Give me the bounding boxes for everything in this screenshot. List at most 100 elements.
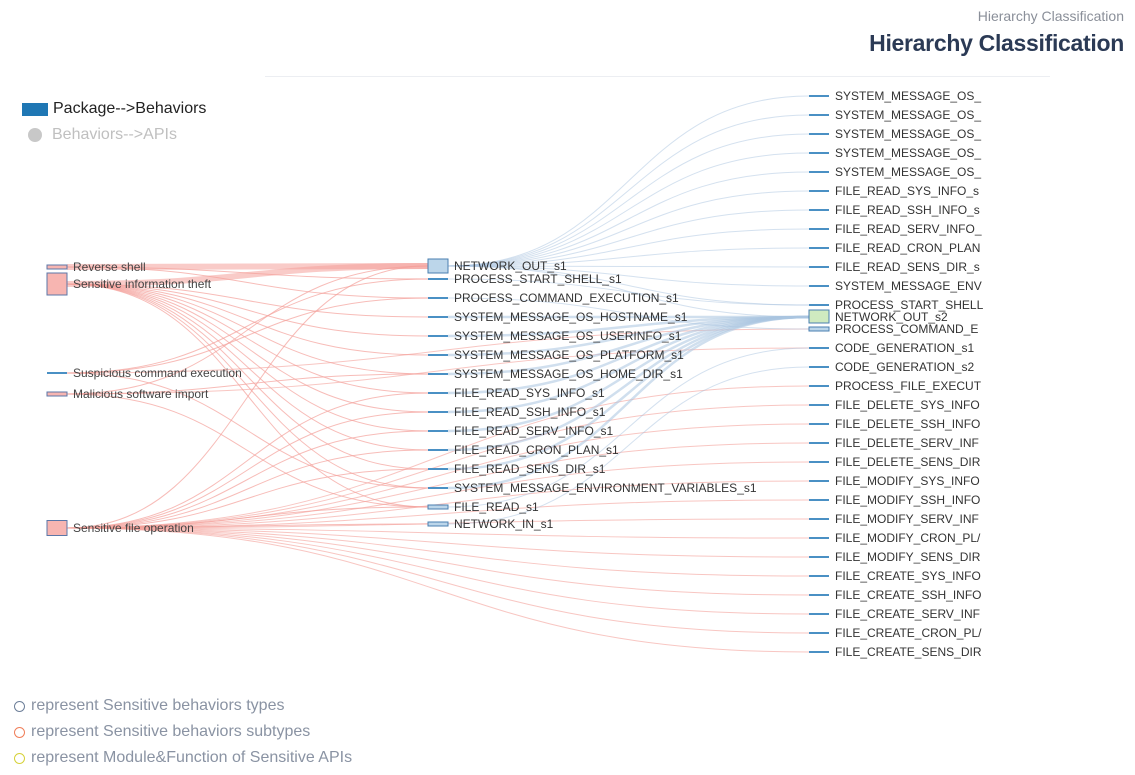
function-node[interactable]: SYSTEM_MESSAGE_OS_ xyxy=(809,146,981,160)
function-node[interactable]: FILE_CREATE_SYS_INFO xyxy=(809,569,981,583)
function-node-label: FILE_MODIFY_SYS_INFO xyxy=(835,474,980,488)
function-node-bar xyxy=(809,499,829,501)
function-node[interactable]: CODE_GENERATION_s1 xyxy=(809,341,974,355)
function-node[interactable]: PROCESS_FILE_EXECUT xyxy=(809,379,982,393)
function-node-bar xyxy=(809,594,829,596)
api-node[interactable]: PROCESS_COMMAND_EXECUTION_s1 xyxy=(428,291,679,305)
function-node[interactable]: FILE_MODIFY_CRON_PL/ xyxy=(809,531,981,545)
link-type-function xyxy=(66,404,810,529)
ring-icon xyxy=(14,700,25,712)
function-node[interactable]: SYSTEM_MESSAGE_OS_ xyxy=(809,89,981,103)
function-node[interactable]: FILE_READ_SENS_DIR_s xyxy=(809,260,980,274)
api-node-label: FILE_READ_SYS_INFO_s1 xyxy=(454,386,605,400)
function-node-bar xyxy=(809,385,829,387)
function-node-bar xyxy=(809,461,829,463)
function-node-bar xyxy=(809,556,829,558)
function-node[interactable]: FILE_READ_SERV_INFO_ xyxy=(809,222,982,236)
type-node[interactable]: Suspicious command execution xyxy=(47,366,242,380)
note-behavior-subtypes: represent Sensitive behaviors subtypes xyxy=(14,722,310,742)
function-node[interactable]: FILE_CREATE_CRON_PL/ xyxy=(809,626,982,640)
api-node-bar xyxy=(428,411,448,413)
api-node[interactable]: SYSTEM_MESSAGE_OS_HOSTNAME_s1 xyxy=(428,310,688,324)
function-node-bar xyxy=(809,575,829,577)
function-node-label: FILE_MODIFY_CRON_PL/ xyxy=(835,531,981,545)
link-type-api xyxy=(66,283,429,432)
function-node-bar xyxy=(808,326,830,332)
function-node-bar xyxy=(809,442,829,444)
api-node-bar xyxy=(428,373,448,375)
function-node[interactable]: FILE_CREATE_SSH_INFO xyxy=(809,588,981,602)
function-node-bar xyxy=(809,632,829,634)
function-node-bar xyxy=(809,209,829,211)
function-node[interactable]: PROCESS_COMMAND_E xyxy=(808,322,978,336)
function-node[interactable]: FILE_CREATE_SENS_DIR xyxy=(809,645,982,659)
function-node-label: FILE_DELETE_SENS_DIR xyxy=(835,455,981,469)
api-node-bar xyxy=(428,449,448,451)
api-node[interactable]: PROCESS_START_SHELL_s1 xyxy=(428,272,622,286)
function-node[interactable]: FILE_DELETE_SENS_DIR xyxy=(809,455,981,469)
api-node[interactable]: FILE_READ_SYS_INFO_s1 xyxy=(428,386,605,400)
api-node[interactable]: FILE_READ_SSH_INFO_s1 xyxy=(428,405,606,419)
note-text: represent Sensitive behaviors subtypes xyxy=(31,723,311,740)
api-node-label: SYSTEM_MESSAGE_ENVIRONMENT_VARIABLES_s1 xyxy=(454,481,757,495)
api-node[interactable]: FILE_READ_SERV_INFO_s1 xyxy=(428,424,614,438)
api-node-label: FILE_READ_SERV_INFO_s1 xyxy=(454,424,614,438)
api-node-bar xyxy=(428,316,448,318)
function-node-bar xyxy=(808,309,830,324)
function-node[interactable]: SYSTEM_MESSAGE_OS_ xyxy=(809,108,981,122)
function-node[interactable]: FILE_READ_CRON_PLAN xyxy=(809,241,980,255)
function-node[interactable]: CODE_GENERATION_s2 xyxy=(809,360,974,374)
function-node-label: FILE_CREATE_SYS_INFO xyxy=(835,569,981,583)
type-node-label: Malicious software import xyxy=(73,387,209,401)
api-node[interactable]: FILE_READ_s1 xyxy=(427,500,539,514)
note-behavior-types: represent Sensitive behaviors types xyxy=(14,696,284,716)
api-node-label: NETWORK_OUT_s1 xyxy=(454,259,567,273)
function-node-label: SYSTEM_MESSAGE_OS_ xyxy=(835,89,981,103)
api-node-label: SYSTEM_MESSAGE_OS_PLATFORM_s1 xyxy=(454,348,684,362)
function-node[interactable]: FILE_DELETE_SERV_INF xyxy=(809,436,979,450)
function-node[interactable]: FILE_CREATE_SERV_INF xyxy=(809,607,980,621)
function-node-label: FILE_MODIFY_SENS_DIR xyxy=(835,550,981,564)
function-node[interactable]: SYSTEM_MESSAGE_OS_ xyxy=(809,127,981,141)
api-node[interactable]: FILE_READ_SENS_DIR_s1 xyxy=(428,462,606,476)
api-node[interactable]: SYSTEM_MESSAGE_OS_HOME_DIR_s1 xyxy=(428,367,683,381)
function-node[interactable]: FILE_READ_SYS_INFO_s xyxy=(809,184,979,198)
api-node-label: SYSTEM_MESSAGE_OS_USERINFO_s1 xyxy=(454,329,682,343)
function-node-label: SYSTEM_MESSAGE_OS_ xyxy=(835,146,981,160)
type-node-bar xyxy=(47,372,67,374)
api-node[interactable]: SYSTEM_MESSAGE_OS_USERINFO_s1 xyxy=(428,329,682,343)
function-node[interactable]: FILE_MODIFY_SERV_INF xyxy=(809,512,979,526)
function-node-bar xyxy=(809,613,829,615)
link-type-function xyxy=(66,527,810,634)
function-node-label: FILE_DELETE_SYS_INFO xyxy=(835,398,980,412)
function-node[interactable]: SYSTEM_MESSAGE_OS_ xyxy=(809,165,981,179)
function-node-label: PROCESS_FILE_EXECUT xyxy=(835,379,982,393)
api-node-bar xyxy=(428,487,448,489)
function-node-bar xyxy=(809,95,829,97)
api-node-label: NETWORK_IN_s1 xyxy=(454,517,554,531)
type-node[interactable]: Reverse shell xyxy=(46,260,146,274)
api-node-label: SYSTEM_MESSAGE_OS_HOME_DIR_s1 xyxy=(454,367,683,381)
api-node[interactable]: SYSTEM_MESSAGE_OS_PLATFORM_s1 xyxy=(428,348,684,362)
function-node[interactable]: FILE_DELETE_SSH_INFO xyxy=(809,417,980,431)
function-node[interactable]: FILE_MODIFY_SSH_INFO xyxy=(809,493,980,507)
function-node[interactable]: SYSTEM_MESSAGE_ENV xyxy=(809,279,982,293)
api-node[interactable]: SYSTEM_MESSAGE_ENVIRONMENT_VARIABLES_s1 xyxy=(428,481,757,495)
link-type-api xyxy=(66,411,429,529)
function-node-bar xyxy=(809,190,829,192)
api-node[interactable]: NETWORK_IN_s1 xyxy=(427,517,554,531)
function-node[interactable]: FILE_MODIFY_SENS_DIR xyxy=(809,550,981,564)
function-node-label: FILE_READ_SYS_INFO_s xyxy=(835,184,979,198)
function-node-bar xyxy=(809,304,829,306)
function-node[interactable]: FILE_READ_SSH_INFO_s xyxy=(809,203,980,217)
type-node-bar xyxy=(46,264,68,270)
function-node-bar xyxy=(809,228,829,230)
api-node[interactable]: FILE_READ_CRON_PLAN_s1 xyxy=(428,443,619,457)
function-node-label: FILE_READ_SENS_DIR_s xyxy=(835,260,980,274)
link-api-function xyxy=(447,209,810,267)
function-node[interactable]: FILE_MODIFY_SYS_INFO xyxy=(809,474,980,488)
type-node-label: Sensitive information theft xyxy=(73,277,212,291)
function-node[interactable]: FILE_DELETE_SYS_INFO xyxy=(809,398,980,412)
api-node-label: SYSTEM_MESSAGE_OS_HOSTNAME_s1 xyxy=(454,310,688,324)
link-type-api xyxy=(66,393,429,508)
